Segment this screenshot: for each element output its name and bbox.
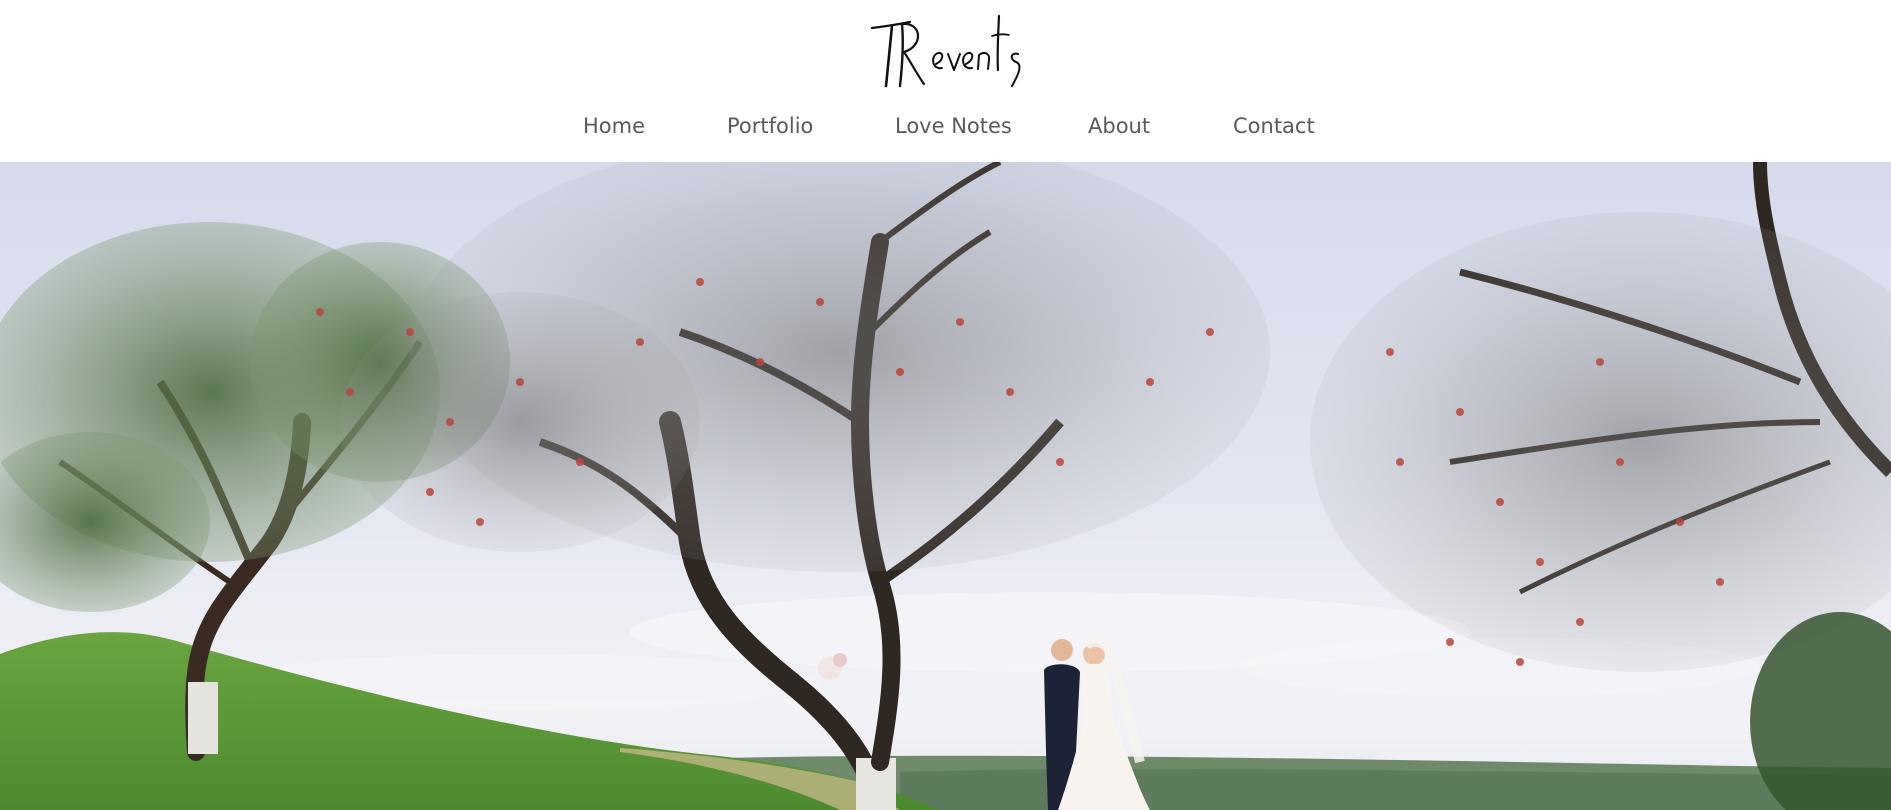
hero-image bbox=[0, 162, 1891, 810]
site-header: Home Portfolio Love Notes About Contact bbox=[0, 0, 1891, 162]
nav-item-portfolio[interactable]: Portfolio bbox=[727, 108, 813, 144]
nav-item-contact[interactable]: Contact bbox=[1233, 108, 1315, 144]
nav-item-love-notes[interactable]: Love Notes bbox=[895, 108, 1012, 144]
logo-wordmark-icon bbox=[870, 14, 1020, 88]
nav-item-about[interactable]: About bbox=[1088, 108, 1150, 144]
site-logo[interactable] bbox=[0, 6, 1891, 98]
main-nav: Home Portfolio Love Notes About Contact bbox=[0, 108, 1891, 144]
nav-item-home[interactable]: Home bbox=[583, 108, 645, 144]
